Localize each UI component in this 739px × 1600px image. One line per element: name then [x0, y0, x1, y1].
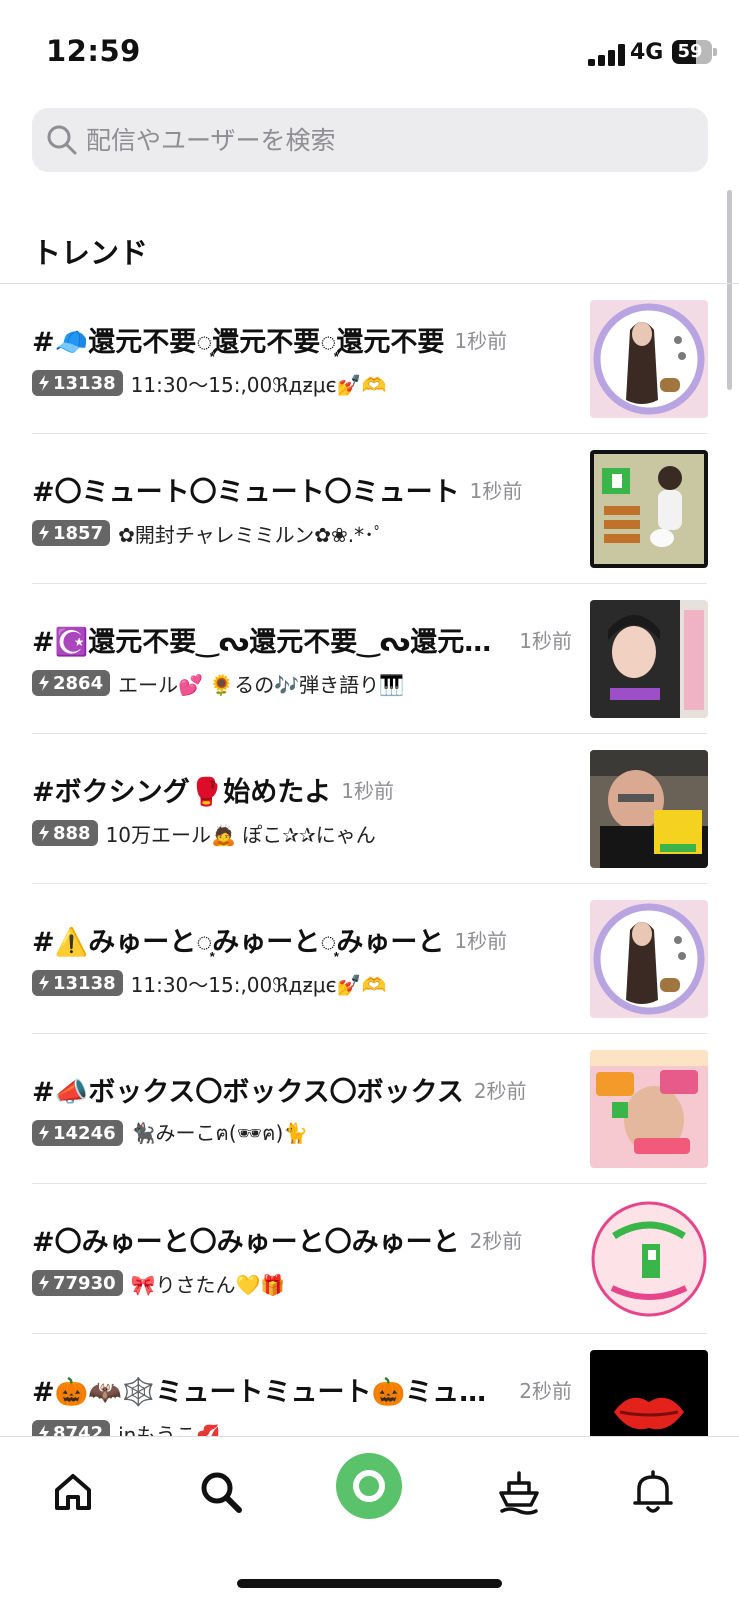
viewer-count: 1857 — [53, 522, 104, 544]
lightning-icon — [39, 375, 49, 391]
trend-description: 11:30～15:,00ℜдƶμє💅🫶 — [130, 972, 387, 997]
viewer-count-badge: 888 — [32, 820, 98, 846]
viewer-count-badge: 13138 — [32, 970, 123, 996]
viewer-count: 888 — [53, 822, 91, 844]
red-lips-thumbnail — [590, 1350, 708, 1436]
trend-item[interactable]: #☪️還元不要‿ᔓ還元不要‿ᔓ還元不要 1秒前 2864 エール💕 🌻るの🎶弾き… — [0, 584, 739, 734]
bottom-nav — [0, 1436, 739, 1600]
live-poster-thumbnail — [590, 600, 708, 718]
home-indicator[interactable] — [237, 1579, 502, 1588]
search-icon — [47, 125, 77, 155]
nav-notifications[interactable] — [618, 1457, 688, 1527]
lightning-icon — [39, 825, 49, 841]
search-icon — [201, 1472, 242, 1513]
cellular-signal-icon — [588, 44, 628, 66]
trend-description: 11:30～15:,00ℜдƶμє💅🫶 — [130, 372, 387, 397]
trend-time: 2秒前 — [469, 1228, 523, 1253]
viewer-count: 13138 — [53, 372, 116, 394]
live-broadcast-icon — [336, 1453, 402, 1519]
status-time: 12:59 — [46, 34, 141, 68]
trend-item[interactable]: #〇みゅーと〇みゅーと〇みゅーと 2秒前 77930 🎀りさたん💛🎁 — [0, 1184, 739, 1334]
trend-title[interactable]: #ボクシング🥊始めたよ — [32, 770, 331, 809]
stream-thumbnail[interactable] — [590, 600, 708, 718]
trend-description: 10万エール🙇 ぽこ✰✰にゃん — [105, 822, 376, 847]
lightning-icon — [39, 975, 49, 991]
viewer-count: 77930 — [53, 1272, 116, 1294]
trend-item[interactable]: #📣ボックス〇ボックス〇ボックス 2秒前 14246 🐈‍⬛みーこฅ(🕶ฅ)🐈 — [0, 1034, 739, 1184]
stream-thumbnail[interactable] — [590, 1050, 708, 1168]
trend-time: 2秒前 — [519, 1378, 572, 1403]
box-poster-thumbnail — [590, 450, 708, 568]
stream-thumbnail[interactable] — [590, 1200, 708, 1318]
viewer-count-badge: 13138 — [32, 370, 123, 396]
stream-thumbnail[interactable] — [590, 1350, 708, 1436]
trend-item[interactable]: #🧢還元不要◌͙還元不要◌͙還元不要 1秒前 13138 11:30～15:,0… — [0, 284, 739, 434]
portrait-circle-thumbnail — [590, 300, 708, 418]
battery-level: 59 — [677, 41, 703, 62]
viewer-count-badge: 2864 — [32, 670, 111, 696]
trend-time: 2秒前 — [473, 1078, 527, 1103]
trend-description: エール💕 🌻るの🎶弾き語り🎹 — [118, 672, 405, 697]
viewer-count-badge: 8742 — [32, 1420, 111, 1437]
stream-thumbnail[interactable] — [590, 450, 708, 568]
trend-list: #🧢還元不要◌͙還元不要◌͙還元不要 1秒前 13138 11:30～15:,0… — [0, 284, 739, 1436]
search-input[interactable] — [86, 108, 686, 172]
home-icon — [55, 1474, 91, 1510]
lightning-icon — [39, 1425, 49, 1436]
nav-ship[interactable] — [484, 1457, 554, 1527]
viewer-count: 2864 — [53, 672, 104, 694]
viewer-count-badge: 77930 — [32, 1270, 123, 1296]
search-bar[interactable] — [32, 108, 708, 172]
viewer-count: 14246 — [53, 1122, 116, 1144]
status-bar: 12:59 4G 59 — [0, 0, 739, 100]
trend-item[interactable]: #🎃🦇🕸️ミュートミュート🎃ミュート 2秒前 8742 inもうこ💋 — [0, 1334, 739, 1436]
trend-time: 1秒前 — [469, 478, 523, 503]
trend-time: 1秒前 — [454, 328, 508, 353]
trend-description: 🎀りさたん💛🎁 — [130, 1272, 286, 1297]
stream-thumbnail[interactable] — [590, 900, 708, 1018]
network-type: 4G — [630, 40, 664, 65]
battery-cap — [713, 48, 717, 56]
laugh-song-poster-thumbnail — [590, 1050, 708, 1168]
trend-title[interactable]: #〇みゅーと〇みゅーと〇みゅーと — [32, 1220, 460, 1259]
risatan-badge-thumbnail — [590, 1200, 708, 1318]
trend-title[interactable]: #⚠️みゅーと◌͙みゅーと◌͙みゅーと — [32, 920, 444, 959]
lightning-icon — [39, 1275, 49, 1291]
viewer-count-badge: 1857 — [32, 520, 111, 546]
nav-go-live[interactable] — [334, 1451, 404, 1521]
trend-description: 🐈‍⬛みーこฅ(🕶ฅ)🐈 — [130, 1121, 309, 1145]
trend-time: 1秒前 — [341, 778, 394, 803]
section-title: トレンド — [32, 236, 149, 270]
battery-icon: 59 — [672, 40, 712, 64]
trend-time: 1秒前 — [519, 628, 572, 653]
trend-title[interactable]: #🧢還元不要◌͙還元不要◌͙還元不要 — [32, 320, 444, 359]
stream-thumbnail[interactable] — [590, 300, 708, 418]
ship-icon — [499, 1471, 539, 1515]
trend-title[interactable]: #〇ミュート〇ミュート〇ミュート — [32, 470, 460, 509]
bell-icon — [633, 1470, 673, 1513]
trend-item[interactable]: #〇ミュート〇ミュート〇ミュート 1秒前 1857 ✿開封チャレミミルン✿❀.*… — [0, 434, 739, 584]
nav-home[interactable] — [38, 1457, 108, 1527]
trend-time: 1秒前 — [454, 928, 508, 953]
stream-thumbnail[interactable] — [590, 750, 708, 868]
trend-title[interactable]: #🎃🦇🕸️ミュートミュート🎃ミュート — [32, 1370, 509, 1409]
viewer-count: 13138 — [53, 972, 116, 994]
nav-search[interactable] — [186, 1457, 256, 1527]
trend-title[interactable]: #☪️還元不要‿ᔓ還元不要‿ᔓ還元不要 — [32, 620, 509, 659]
viewer-count-badge: 14246 — [32, 1120, 123, 1146]
lightning-icon — [39, 1125, 49, 1141]
lightning-icon — [39, 675, 49, 691]
trend-item[interactable]: #⚠️みゅーと◌͙みゅーと◌͙みゅーと 1秒前 13138 11:30～15:,… — [0, 884, 739, 1034]
viewer-count: 8742 — [53, 1422, 104, 1437]
portrait-circle-thumbnail — [590, 900, 708, 1018]
trend-title[interactable]: #📣ボックス〇ボックス〇ボックス — [32, 1070, 464, 1109]
trend-description: inもうこ💋 — [118, 1422, 221, 1437]
lightning-icon — [39, 525, 49, 541]
trend-item[interactable]: #ボクシング🥊始めたよ 1秒前 888 10万エール🙇 ぽこ✰✰にゃん — [0, 734, 739, 884]
boxing-selfie-thumbnail — [590, 750, 708, 868]
trend-description: ✿開封チャレミミルン✿❀.*･ﾟ — [118, 522, 385, 547]
